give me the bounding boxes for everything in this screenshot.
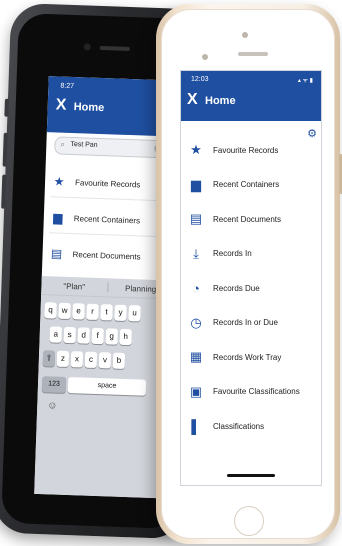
folder-icon: ▆: [52, 210, 63, 225]
keyboard-row-2: a s d f g h: [49, 326, 134, 346]
key-s[interactable]: s: [63, 326, 77, 344]
menu-item-recent-documents[interactable]: ▤ Recent Documents: [48, 242, 173, 268]
menu-item-label: Records Work Tray: [213, 352, 282, 362]
earpiece-speaker: [99, 45, 130, 51]
classification-icon: ▌: [191, 418, 201, 434]
key-v[interactable]: v: [98, 352, 112, 369]
menu-item-label: Recent Containers: [213, 180, 280, 190]
star-icon: ★: [53, 174, 65, 189]
menu-item-label: Recent Documents: [213, 214, 282, 224]
app-header: 12:03 ▴ ᯤ ▮ X Home: [181, 71, 321, 121]
front-camera: [242, 32, 248, 38]
proximity-sensor: [202, 54, 208, 60]
menu-item-label: Records In: [213, 249, 252, 259]
menu-item-records-due[interactable]: ◔ Records Due: [181, 271, 321, 306]
menu-item-recent-containers[interactable]: ▆ Recent Containers: [181, 168, 321, 203]
classification-star-icon: ▣: [189, 383, 203, 399]
front-phone: 12:03 ▴ ᯤ ▮ X Home ⚙ ★ Favourite Records…: [156, 4, 342, 544]
menu-item-label: Records Due: [213, 283, 260, 293]
key-f[interactable]: f: [91, 327, 105, 345]
key-c[interactable]: c: [84, 351, 98, 369]
key-y[interactable]: y: [114, 304, 127, 322]
earpiece-speaker: [238, 52, 268, 56]
page-title: Home: [205, 95, 236, 107]
mute-switch: [4, 98, 9, 117]
menu-item-records-in-or-due[interactable]: ◷ Records In or Due: [181, 306, 321, 341]
volume-up-button: [2, 132, 8, 167]
home-menu-list: ★ Favourite Records ▆ Recent Containers …: [181, 133, 321, 444]
menu-item-favourite-records[interactable]: ★ Favourite Records: [181, 133, 321, 168]
menu-item-recent-documents[interactable]: ▤ Recent Documents: [181, 202, 321, 237]
suggestion-1[interactable]: "Plan": [41, 281, 107, 292]
status-time: 12:03: [191, 76, 209, 83]
search-icon: ⌕: [60, 139, 66, 149]
key-g[interactable]: g: [105, 328, 118, 345]
status-time: 8:27: [60, 82, 75, 91]
menu-item-favourite-classifications[interactable]: ▣ Favourite Classifications: [181, 375, 321, 410]
menu-item-label: Favourite Classifications: [213, 387, 300, 397]
space-key[interactable]: space: [67, 377, 147, 396]
keyboard-row-1: q w e r t y u: [44, 302, 142, 322]
menu-item-records-in[interactable]: ⤓ Records In: [181, 237, 321, 272]
home-button: [234, 506, 264, 536]
search-field[interactable]: ⌕ Test Pan ×: [54, 136, 169, 159]
clock-download-icon: ◷: [190, 314, 202, 330]
key-z[interactable]: z: [56, 350, 70, 368]
key-r[interactable]: r: [86, 303, 99, 321]
shift-key[interactable]: ⇧: [42, 350, 56, 367]
key-h[interactable]: h: [119, 328, 132, 346]
key-t[interactable]: t: [100, 304, 113, 321]
numbers-key[interactable]: 123: [41, 376, 67, 393]
key-w[interactable]: w: [58, 302, 71, 320]
key-q[interactable]: q: [44, 302, 57, 319]
document-icon: ▤: [50, 246, 63, 261]
key-b[interactable]: b: [112, 352, 126, 369]
key-d[interactable]: d: [77, 327, 91, 344]
document-icon: ▤: [189, 211, 203, 227]
download-icon: ⤓: [193, 245, 199, 261]
menu-item-label: Recent Documents: [72, 249, 141, 261]
keyboard-row-3: ⇧ z x c v b: [42, 350, 128, 369]
menu-item-label: Recent Containers: [73, 213, 141, 225]
menu-item-label: Records In or Due: [213, 318, 278, 328]
key-u[interactable]: u: [128, 305, 141, 322]
status-icons: ▴ ᯤ ▮: [297, 78, 313, 84]
tray-icon: ▦: [189, 349, 203, 365]
emoji-icon[interactable]: ☺: [47, 400, 58, 411]
key-a[interactable]: a: [49, 326, 63, 343]
key-x[interactable]: x: [70, 351, 84, 368]
volume-down-button: [1, 174, 7, 209]
folder-icon: ▆: [191, 176, 201, 192]
star-icon: ★: [190, 142, 202, 158]
key-e[interactable]: e: [72, 303, 85, 320]
front-phone-screen: 12:03 ▴ ᯤ ▮ X Home ⚙ ★ Favourite Records…: [180, 70, 322, 486]
keyboard-row-4: 123 space: [41, 376, 148, 396]
menu-item-label: Favourite Records: [213, 145, 279, 155]
menu-item-records-work-tray[interactable]: ▦ Records Work Tray: [181, 340, 321, 375]
search-input[interactable]: Test Pan: [70, 141, 97, 149]
page-title: Home: [73, 101, 105, 115]
home-indicator[interactable]: [227, 474, 275, 477]
predictive-bar: "Plan" Planning: [41, 276, 174, 300]
menu-item-classifications[interactable]: ▌ Classifications: [181, 409, 321, 444]
menu-item-label: Classifications: [213, 421, 265, 431]
app-logo: X: [55, 96, 67, 114]
clock-icon: ◔: [192, 280, 200, 296]
menu-item-label: Favourite Records: [74, 177, 141, 189]
app-logo: X: [187, 91, 198, 108]
front-camera: [83, 43, 91, 51]
on-screen-keyboard[interactable]: "Plan" Planning q w e r t y u a s d f g …: [34, 276, 174, 499]
